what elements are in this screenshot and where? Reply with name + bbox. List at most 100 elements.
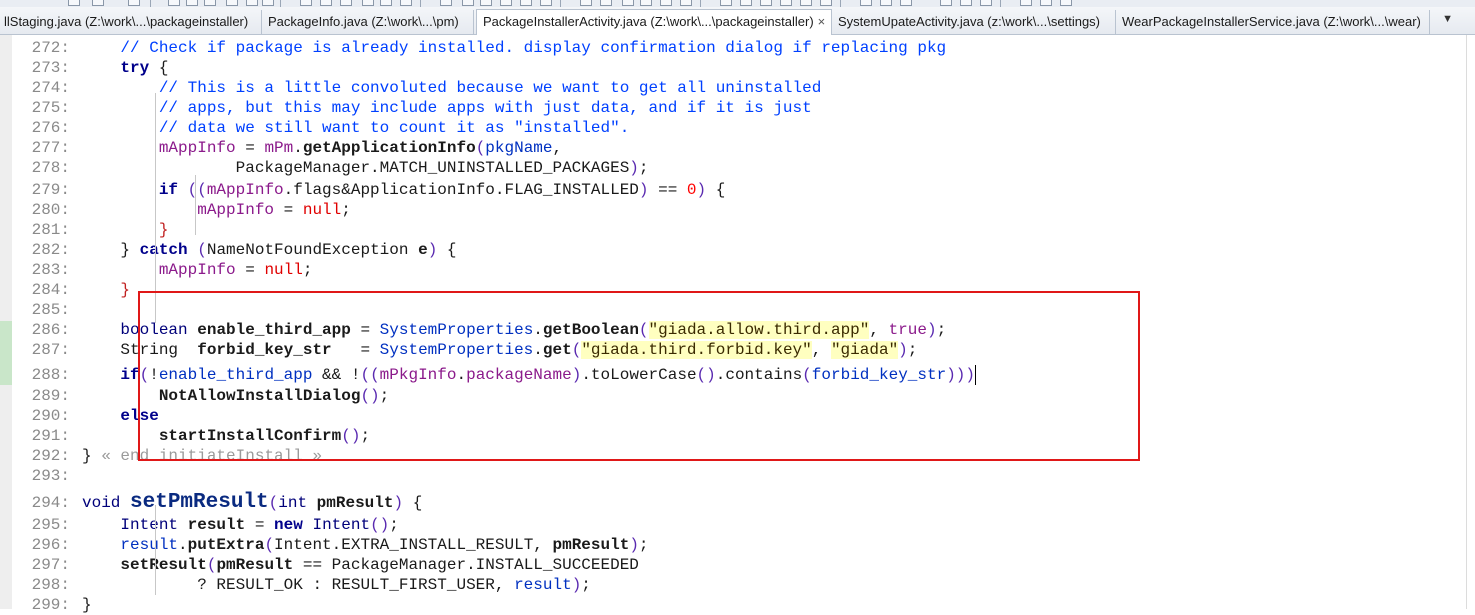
editor-tab-bar: llStaging.java (Z:\work\...\packageinsta… [0, 7, 1475, 35]
code-editor[interactable]: 272: // Check if package is already inst… [0, 35, 1475, 614]
toolbar-tool-icon[interactable] [204, 0, 216, 6]
code-line[interactable]: 281: } [0, 220, 1460, 240]
toolbar-tool-icon[interactable] [680, 0, 692, 6]
code-line[interactable]: 296: result.putExtra(Intent.EXTRA_INSTAL… [0, 535, 1460, 555]
code-line[interactable]: 295: Intent result = new Intent(); [0, 515, 1460, 535]
toolbar-tool-icon[interactable] [92, 0, 104, 6]
toolbar-tool-icon[interactable] [440, 0, 452, 6]
code-token: pmResult [316, 494, 394, 512]
code-token: = [235, 139, 265, 157]
toolbar-tool-icon[interactable] [362, 0, 374, 6]
toolbar-tool-icon[interactable] [128, 0, 140, 6]
toolbar-tool-icon[interactable] [760, 0, 772, 6]
toolbar-tool-icon[interactable] [600, 0, 612, 6]
toolbar-tool-icon[interactable] [520, 0, 532, 6]
tab-packageinstalleractivity[interactable]: PackageInstallerActivity.java (Z:\work\.… [476, 9, 832, 35]
tab-overflow-chevron-icon[interactable]: ▼ [1442, 13, 1453, 25]
toolbar-tool-icon[interactable] [262, 0, 274, 6]
code-token: } [120, 281, 131, 299]
toolbar-tool-icon[interactable] [580, 0, 592, 6]
vertical-scrollbar[interactable] [1466, 35, 1475, 609]
tab-llstaging[interactable]: llStaging.java (Z:\work\...\packageinsta… [0, 10, 262, 34]
code-token: } [82, 596, 92, 614]
tab-systemupateactivity[interactable]: SystemUpateActivity.java (z:\work\...\se… [832, 10, 1116, 34]
code-text: void setPmResult(int pmResult) { [82, 492, 422, 513]
code-line[interactable]: 275: // apps, but this may include apps … [0, 98, 1460, 118]
toolbar-tool-icon[interactable] [340, 0, 352, 6]
tab-wearpackageinstallerservice[interactable]: WearPackageInstallerService.java (Z:\wor… [1116, 10, 1430, 34]
toolbar-tool-icon[interactable] [640, 0, 652, 6]
toolbar-tool-icon[interactable] [540, 0, 552, 6]
code-token: getApplicationInfo [302, 139, 476, 157]
toolbar-tool-icon[interactable] [68, 0, 80, 6]
code-line[interactable]: 280: mAppInfo = null; [0, 200, 1460, 220]
code-line[interactable]: 293: [0, 466, 1460, 486]
code-line[interactable]: 298: ? RESULT_OK : RESULT_FIRST_USER, re… [0, 575, 1460, 595]
code-line[interactable]: 272: // Check if package is already inst… [0, 38, 1460, 58]
line-number: 283: [31, 261, 70, 279]
code-line[interactable]: 299:} [0, 595, 1460, 615]
toolbar-tool-icon[interactable] [780, 0, 792, 6]
code-token: ; [581, 576, 591, 594]
code-token: ) [638, 181, 649, 199]
toolbar-tool-icon[interactable] [622, 0, 634, 6]
toolbar-tool-icon[interactable] [226, 0, 238, 6]
code-token: pmResult [216, 556, 294, 574]
toolbar-tool-icon[interactable] [860, 0, 872, 6]
code-line[interactable]: 282: } catch (NameNotFoundException e) { [0, 240, 1460, 260]
toolbar-tool-icon[interactable] [168, 0, 180, 6]
toolbar-tool-icon[interactable] [740, 0, 752, 6]
toolbar-tool-icon[interactable] [480, 0, 492, 6]
toolbar-tool-icon[interactable] [660, 0, 672, 6]
line-number: 275: [31, 99, 70, 117]
code-line[interactable]: 277: mAppInfo = mPm.getApplicationInfo(p… [0, 138, 1460, 158]
close-icon[interactable]: × [818, 14, 826, 29]
toolbar-tool-icon[interactable] [300, 0, 312, 6]
code-token: ? RESULT_OK : RESULT_FIRST_USER, [197, 576, 515, 594]
toolbar-tool-icon[interactable] [462, 0, 474, 6]
toolbar-tool-icon[interactable] [960, 0, 972, 6]
toolbar-tool-icon[interactable] [500, 0, 512, 6]
code-token: ; [389, 516, 399, 534]
code-token: = [235, 261, 265, 279]
code-line[interactable]: 274: // This is a little convoluted beca… [0, 78, 1460, 98]
code-text: // Check if package is already installed… [82, 38, 946, 58]
toolbar-tool-icon[interactable] [900, 0, 912, 6]
line-number: 280: [31, 201, 70, 219]
code-line[interactable]: 283: mAppInfo = null; [0, 260, 1460, 280]
tab-label: llStaging.java (Z:\work\...\packageinsta… [4, 14, 249, 29]
toolbar-tool-icon[interactable] [246, 0, 258, 6]
line-number: 292: [31, 447, 70, 465]
code-line[interactable]: 278: PackageManager.MATCH_UNINSTALLED_PA… [0, 158, 1460, 178]
toolbar-tool-icon[interactable] [820, 0, 832, 6]
code-line[interactable]: 273: try { [0, 58, 1460, 78]
toolbar-tool-icon[interactable] [186, 0, 198, 6]
code-text: try { [82, 58, 168, 78]
code-line[interactable]: 297: setResult(pmResult == PackageManage… [0, 555, 1460, 575]
toolbar-tool-icon[interactable] [1060, 0, 1072, 6]
code-line[interactable]: 276: // data we still want to count it a… [0, 118, 1460, 138]
code-token: } [82, 447, 92, 465]
code-token: Intent [120, 516, 179, 534]
tab-packageinfo[interactable]: PackageInfo.java (Z:\work\...\pm) [262, 10, 474, 34]
toolbar-tool-icon[interactable] [800, 0, 812, 6]
toolbar-tool-icon[interactable] [720, 0, 732, 6]
toolbar-tool-icon[interactable] [880, 0, 892, 6]
code-line[interactable]: 294: void setPmResult(int pmResult) { [0, 492, 1460, 513]
toolbar-separator [840, 0, 841, 7]
toolbar-tool-icon[interactable] [1040, 0, 1052, 6]
toolbar-tool-icon[interactable] [1020, 0, 1032, 6]
toolbar-tool-icon[interactable] [400, 0, 412, 6]
code-token: } [120, 241, 131, 259]
toolbar-tool-icon[interactable] [940, 0, 952, 6]
toolbar-tool-icon[interactable] [980, 0, 992, 6]
toolbar-tool-icon[interactable] [320, 0, 332, 6]
toolbar-tool-icon[interactable] [380, 0, 392, 6]
code-token: } [158, 221, 169, 239]
code-line[interactable]: 279: if ((mAppInfo.flags&ApplicationInfo… [0, 180, 1460, 200]
